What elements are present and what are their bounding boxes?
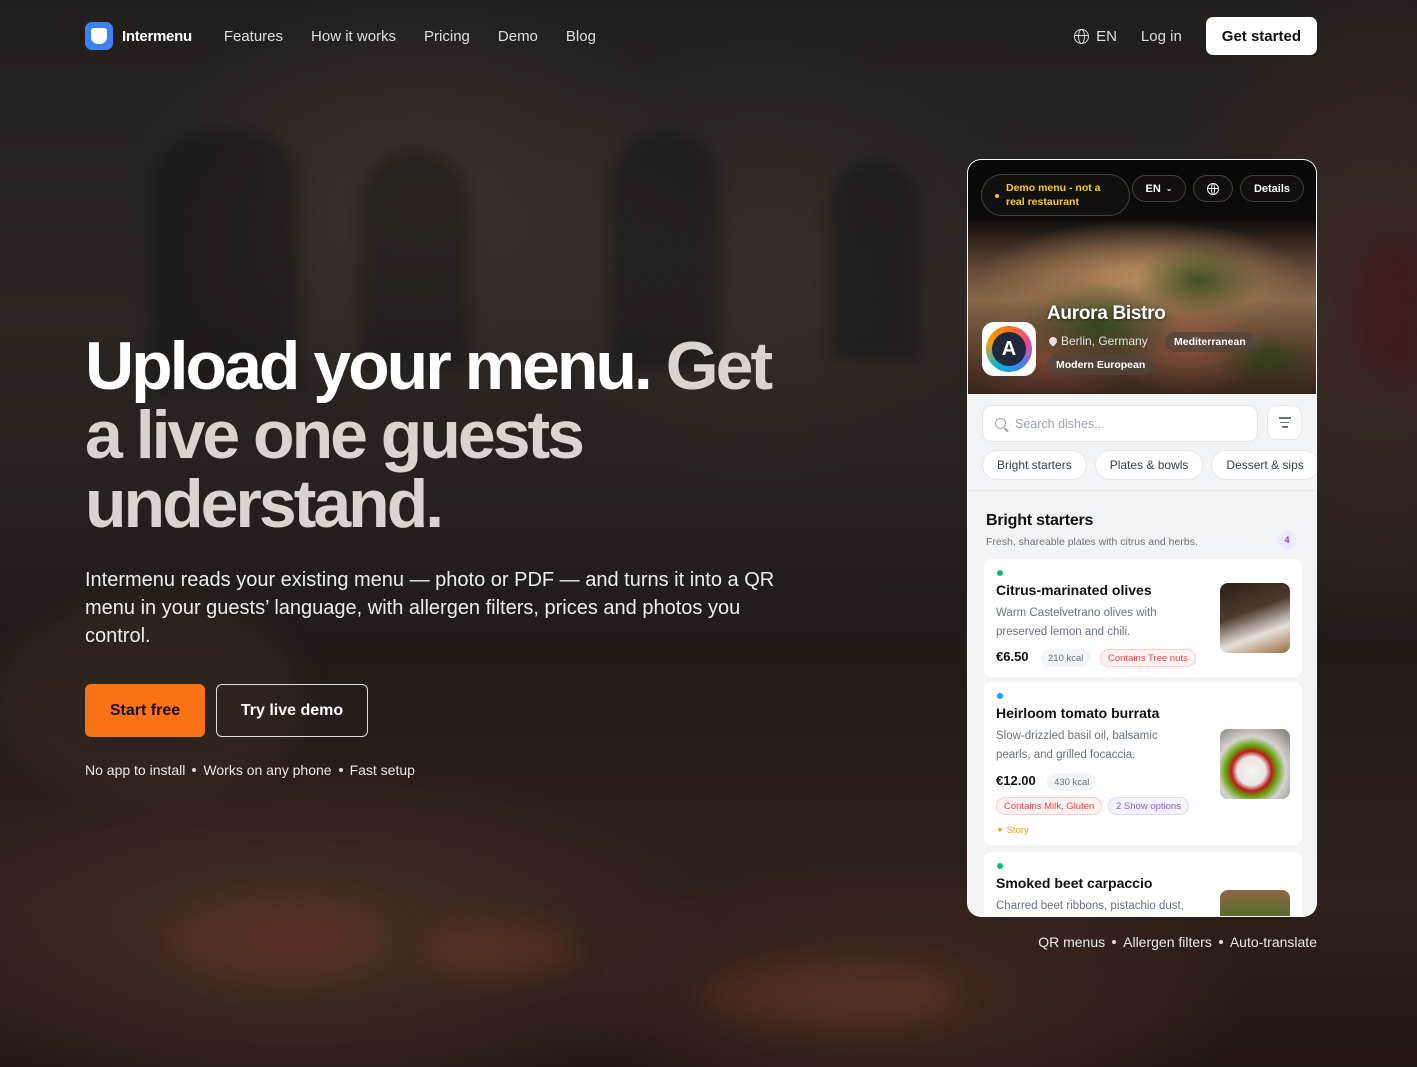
brand-name: Intermenu	[122, 27, 192, 45]
dish-kcal: 430 kcal	[1047, 773, 1097, 791]
demo-notice-badge: Demo menu - not a real restaurant	[981, 174, 1130, 216]
dish-card[interactable]: Smoked beet carpaccio Charred beet ribbo…	[984, 852, 1302, 916]
language-label: EN	[1096, 27, 1117, 45]
feature-tag: QR menus	[1038, 934, 1106, 950]
demo-menu-preview: Demo menu - not a real restaurant EN ⌄ D…	[967, 159, 1317, 917]
chevron-down-icon: ⌄	[1165, 184, 1173, 193]
tagline: Fast setup	[349, 762, 415, 778]
dish-allergens: Contains Tree nuts	[1100, 649, 1196, 667]
section-subtitle: Fresh, shareable plates with citrus and …	[986, 536, 1198, 548]
nav-link-pricing[interactable]: Pricing	[424, 28, 470, 45]
feature-tags: QR menus Allergen filters Auto-translate	[1038, 934, 1317, 950]
filter-button[interactable]	[1267, 405, 1302, 440]
nav-actions: EN Log in Get started	[1074, 17, 1317, 55]
hero-title: Upload your menu. Get a live one guests …	[85, 332, 805, 539]
brand-logo[interactable]: Intermenu	[85, 22, 192, 50]
feature-tag: Auto-translate	[1229, 934, 1317, 950]
dish-card[interactable]: Citrus-marinated olives Warm Castelvetra…	[984, 559, 1302, 677]
search-icon	[995, 418, 1006, 429]
dish-name: Citrus-marinated olives	[996, 582, 1152, 598]
divider	[968, 490, 1316, 491]
dish-name: Heirloom tomato burrata	[996, 705, 1160, 721]
cuisine-tag: Mediterranean	[1165, 332, 1255, 352]
category-tabs: Bright starters Plates & bowls Dessert &…	[982, 450, 1316, 480]
logo-icon	[85, 22, 113, 50]
hero-cta-group: Start free Try live demo	[85, 684, 368, 737]
dish-indicator	[997, 693, 1003, 699]
login-link[interactable]: Log in	[1141, 28, 1182, 45]
details-button[interactable]: Details	[1240, 175, 1304, 202]
dish-story-link[interactable]: ✦ Story	[996, 825, 1029, 836]
dish-price: €6.50	[996, 649, 1029, 664]
start-free-button[interactable]: Start free	[85, 684, 205, 737]
dish-photo	[1220, 729, 1290, 799]
menu-language-button[interactable]: EN ⌄	[1132, 175, 1186, 202]
hero-taglines: No app to install Works on any phone Fas…	[85, 762, 415, 778]
section-count-badge: 4	[1278, 531, 1296, 549]
restaurant-name: Aurora Bistro	[1047, 303, 1166, 324]
dish-indicator	[997, 570, 1003, 576]
menu-language-label: EN	[1145, 182, 1161, 195]
restaurant-location: Berlin, Germany	[1047, 334, 1148, 348]
globe-icon	[1207, 182, 1219, 195]
top-nav: Intermenu Features How it works Pricing …	[85, 17, 1317, 55]
nav-link-blog[interactable]: Blog	[566, 28, 596, 45]
separator-dot	[338, 768, 343, 772]
separator-dot	[1218, 940, 1223, 944]
try-live-demo-button[interactable]: Try live demo	[216, 684, 368, 737]
section-title: Bright starters	[986, 512, 1094, 529]
category-tab[interactable]: Bright starters	[982, 450, 1087, 480]
dish-description: Warm Castelvetrano olives with preserved…	[996, 607, 1157, 638]
dish-indicator	[997, 863, 1003, 869]
restaurant-logo: A	[982, 322, 1036, 376]
nav-link-how-it-works[interactable]: How it works	[311, 28, 396, 45]
separator-dot	[192, 768, 197, 772]
location-pin-icon	[1047, 335, 1059, 347]
hero-subtitle: Intermenu reads your existing menu — pho…	[85, 569, 775, 647]
separator-dot	[1112, 940, 1117, 944]
search-row: Search dishes...	[982, 405, 1302, 442]
dish-search-input[interactable]: Search dishes...	[982, 405, 1258, 442]
nav-link-features[interactable]: Features	[224, 28, 283, 45]
restaurant-location-text: Berlin, Germany	[1061, 334, 1148, 348]
search-placeholder: Search dishes...	[1015, 416, 1105, 431]
nav-link-demo[interactable]: Demo	[498, 28, 538, 45]
dish-description: Slow-drizzled basil oil, balsamic pearls…	[996, 730, 1158, 761]
globe-icon	[1074, 28, 1090, 44]
dish-description: Charred beet ribbons, pistachio dust,	[996, 900, 1184, 912]
cuisine-tag: Modern European	[1047, 355, 1155, 375]
nav-links: Features How it works Pricing Demo Blog	[224, 28, 596, 45]
dish-card[interactable]: Heirloom tomato burrata Slow-drizzled ba…	[984, 682, 1302, 845]
restaurant-logo-letter: A	[992, 332, 1026, 366]
dish-photo	[1220, 890, 1290, 916]
get-started-button[interactable]: Get started	[1205, 17, 1317, 55]
category-tab[interactable]: Plates & bowls	[1094, 450, 1204, 480]
restaurant-cover: Demo menu - not a real restaurant EN ⌄ D…	[968, 160, 1316, 394]
show-options-button[interactable]: 2 Show options	[1108, 797, 1189, 815]
dish-photo	[1220, 583, 1290, 653]
language-switcher[interactable]: EN	[1074, 28, 1117, 45]
dish-allergens: Contains Milk, Gluten	[996, 797, 1103, 815]
tagline: No app to install	[85, 762, 186, 778]
translate-button[interactable]	[1193, 175, 1233, 202]
category-tab[interactable]: Dessert & sips	[1211, 450, 1316, 480]
dish-price: €12.00	[996, 773, 1036, 788]
dish-kcal: 210 kcal	[1041, 649, 1091, 667]
dish-name: Smoked beet carpaccio	[996, 875, 1153, 891]
tagline: Works on any phone	[203, 762, 332, 778]
hero-title-primary: Upload your menu.	[85, 328, 653, 404]
feature-tag: Allergen filters	[1123, 934, 1212, 950]
